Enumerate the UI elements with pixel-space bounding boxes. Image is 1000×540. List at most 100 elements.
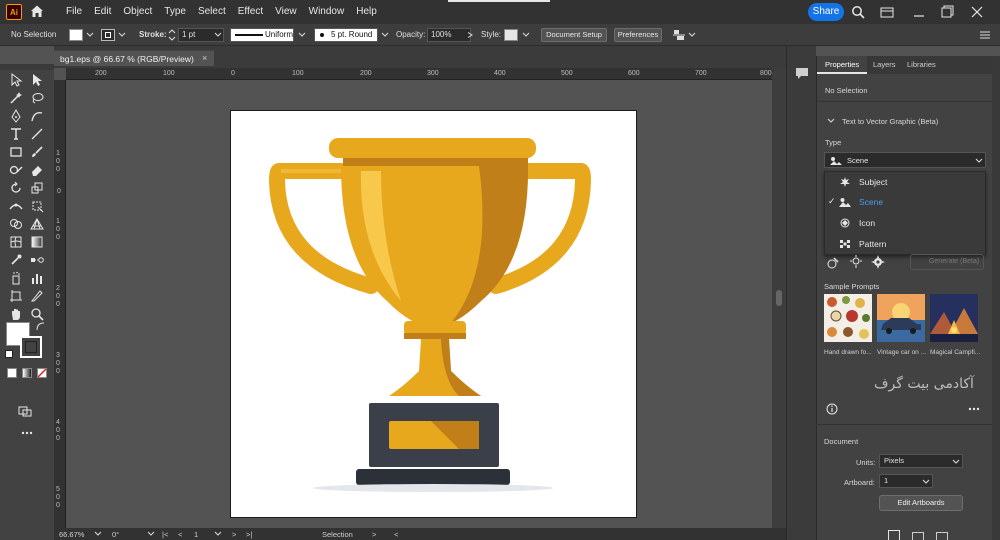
close-tab-icon[interactable]: × xyxy=(202,53,207,63)
settings-gear-icon[interactable] xyxy=(871,255,885,269)
swap-colors-icon[interactable] xyxy=(36,322,45,331)
mesh-tool-icon[interactable] xyxy=(9,235,23,249)
toolbar-grip[interactable] xyxy=(0,64,54,70)
type-tool-icon[interactable] xyxy=(9,127,23,141)
sample-thumb-car[interactable] xyxy=(877,294,925,342)
chevron-down-icon[interactable] xyxy=(118,32,126,38)
comments-icon[interactable] xyxy=(794,66,810,80)
free-transform-tool-icon[interactable] xyxy=(30,199,44,213)
menu-edit[interactable]: Edit xyxy=(88,5,117,19)
preferences-button[interactable]: Preferences xyxy=(614,28,662,42)
opacity-input[interactable]: 100% xyxy=(427,28,471,42)
brush-definition[interactable]: 5 pt. Round xyxy=(314,28,378,42)
pen-tool-icon[interactable] xyxy=(9,109,23,123)
zoom-tool-icon[interactable] xyxy=(30,307,44,321)
menu-view[interactable]: View xyxy=(269,5,303,19)
menu-help[interactable]: Help xyxy=(350,5,383,19)
width-tool-icon[interactable] xyxy=(9,199,23,213)
type-dropdown[interactable]: Scene xyxy=(824,152,986,168)
scale-tool-icon[interactable] xyxy=(30,181,44,195)
search-icon[interactable] xyxy=(851,5,865,19)
artboard-number[interactable]: 1 xyxy=(194,530,198,539)
magic-wand-tool-icon[interactable] xyxy=(9,91,23,105)
arrange-documents-icon[interactable] xyxy=(880,5,894,19)
tab-layers[interactable]: Layers xyxy=(873,60,896,69)
menu-object[interactable]: Object xyxy=(117,5,158,19)
restore-icon[interactable] xyxy=(940,5,954,19)
fill-swatch[interactable] xyxy=(69,29,83,41)
chevron-down-icon[interactable] xyxy=(298,32,306,38)
trophy-artwork[interactable] xyxy=(231,111,638,519)
ruler-toggle-icon[interactable] xyxy=(888,530,900,540)
stroke-swatch[interactable] xyxy=(101,29,115,41)
rotate-tool-icon[interactable] xyxy=(9,181,23,195)
chevron-down-icon[interactable] xyxy=(214,531,222,537)
share-button[interactable]: Share xyxy=(808,3,844,21)
stroke-color-box[interactable] xyxy=(20,336,42,358)
guides-toggle-icon[interactable] xyxy=(936,532,948,540)
variable-width-profile[interactable]: Uniform xyxy=(230,28,294,42)
document-tab[interactable]: bg1.eps @ 66.67 % (RGB/Preview) × xyxy=(54,50,214,66)
chevron-right-icon[interactable] xyxy=(466,32,474,38)
tab-libraries[interactable]: Libraries xyxy=(907,60,936,69)
last-artboard-icon[interactable]: >| xyxy=(246,530,252,539)
symbol-sprayer-tool-icon[interactable] xyxy=(9,271,23,285)
default-colors-icon[interactable] xyxy=(5,350,13,358)
chevron-down-icon[interactable] xyxy=(147,531,155,537)
canvas-vertical-scrollbar[interactable] xyxy=(772,68,786,528)
zoom-level[interactable]: 66.67% xyxy=(59,530,84,539)
gradient-tool-icon[interactable] xyxy=(30,235,44,249)
sample-thumb-food[interactable] xyxy=(824,294,872,342)
curvature-tool-icon[interactable] xyxy=(30,109,44,123)
type-option-pattern[interactable]: Pattern xyxy=(825,234,985,254)
perspective-grid-tool-icon[interactable] xyxy=(30,217,44,231)
next-artboard-icon[interactable]: > xyxy=(232,530,236,539)
rotation-value[interactable]: 0° xyxy=(112,530,119,539)
menu-file[interactable]: File xyxy=(60,5,88,19)
chevron-down-icon[interactable] xyxy=(94,531,102,537)
tab-properties[interactable]: Properties xyxy=(817,56,867,74)
more-options-icon[interactable] xyxy=(968,405,980,413)
blend-tool-icon[interactable] xyxy=(30,253,44,267)
grid-toggle-icon[interactable] xyxy=(912,532,924,540)
status-arrow-icon[interactable]: > xyxy=(372,530,376,539)
none-mode-icon[interactable] xyxy=(37,368,47,378)
edit-artboards-button[interactable]: Edit Artboards xyxy=(879,495,963,511)
chevron-down-icon[interactable] xyxy=(86,32,94,38)
generate-button[interactable]: Generate (Beta) xyxy=(910,254,984,270)
eraser-tool-icon[interactable] xyxy=(30,163,44,177)
shape-builder-tool-icon[interactable] xyxy=(9,217,23,231)
chevron-down-icon[interactable] xyxy=(827,118,835,124)
panel-menu-icon[interactable] xyxy=(978,28,992,42)
chevron-down-icon[interactable] xyxy=(214,32,222,38)
edit-toolbar-icon[interactable] xyxy=(20,426,34,440)
type-option-scene[interactable]: ✓ Scene xyxy=(825,192,985,212)
graphic-style-swatch[interactable] xyxy=(504,29,518,41)
style-picker-icon[interactable] xyxy=(826,256,840,270)
chevron-down-icon[interactable] xyxy=(688,32,696,38)
chevron-down-icon[interactable] xyxy=(522,32,530,38)
gradient-mode-icon[interactable] xyxy=(22,368,32,378)
menu-select[interactable]: Select xyxy=(192,5,232,19)
drawing-modes-icon[interactable] xyxy=(18,404,32,418)
artboard-tool-icon[interactable] xyxy=(9,289,23,303)
menu-type[interactable]: Type xyxy=(158,5,192,19)
info-icon[interactable] xyxy=(826,403,838,415)
minimize-icon[interactable] xyxy=(912,5,926,19)
type-option-icon[interactable]: Icon xyxy=(825,213,985,233)
artboard[interactable] xyxy=(230,110,637,518)
eyedropper-tool-icon[interactable] xyxy=(9,253,23,267)
direct-selection-tool-icon[interactable] xyxy=(30,73,44,87)
previous-artboard-icon[interactable]: < xyxy=(178,530,182,539)
panel-scrollbar[interactable] xyxy=(992,56,1000,540)
effects-icon[interactable] xyxy=(849,255,863,269)
document-setup-button[interactable]: Document Setup xyxy=(541,28,607,42)
rectangle-tool-icon[interactable] xyxy=(9,145,23,159)
shaper-tool-icon[interactable] xyxy=(9,163,23,177)
sample-thumb-campfire[interactable] xyxy=(930,294,978,342)
hand-tool-icon[interactable] xyxy=(9,307,23,321)
slice-tool-icon[interactable] xyxy=(30,289,44,303)
units-select[interactable]: Pixels xyxy=(879,454,963,468)
stepper-icon[interactable] xyxy=(168,29,176,41)
align-icon[interactable] xyxy=(672,28,686,42)
